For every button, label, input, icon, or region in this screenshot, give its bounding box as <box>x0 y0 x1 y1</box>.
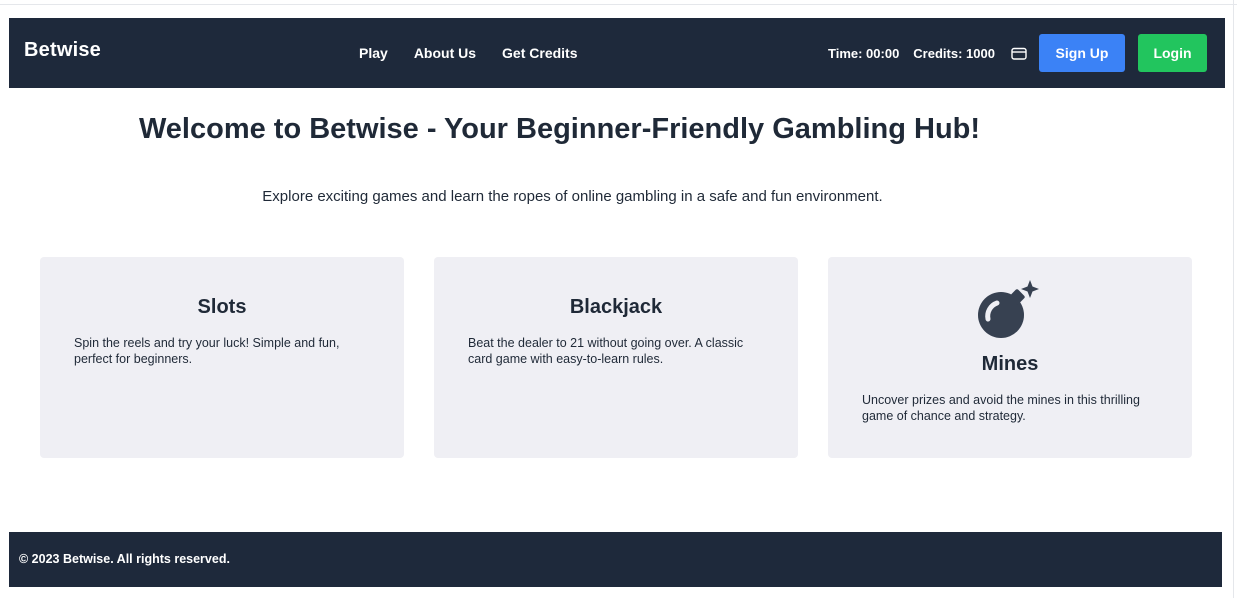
main-nav: Play About Us Get Credits <box>359 18 578 88</box>
login-button[interactable]: Login <box>1138 34 1207 72</box>
game-card-blackjack[interactable]: Blackjack Beat the dealer to 21 without … <box>434 257 798 458</box>
sign-up-button[interactable]: Sign Up <box>1039 34 1125 72</box>
game-card-title: Mines <box>981 353 1039 375</box>
game-card-title: Blackjack <box>569 296 663 318</box>
game-card-description: Beat the dealer to 21 without going over… <box>468 336 744 366</box>
window-top-border <box>0 0 1237 5</box>
nav-play-link[interactable]: Play <box>359 45 388 61</box>
game-card-mines[interactable]: Mines Uncover prizes and avoid the mines… <box>828 257 1192 458</box>
credits-display: Credits: 1000 <box>913 45 995 61</box>
game-card-description: Spin the reels and try your luck! Simple… <box>74 336 340 366</box>
copyright-text: © 2023 Betwise. All rights reserved. <box>19 552 230 566</box>
game-card-slots[interactable]: Slots Spin the reels and try your luck! … <box>40 257 404 458</box>
page-footer: © 2023 Betwise. All rights reserved. <box>9 532 1222 587</box>
nav-about-link[interactable]: About Us <box>414 45 476 61</box>
time-display: Time: 00:00 <box>828 45 900 61</box>
user-status: Time: 00:00 Credits: 1000 <box>828 18 1027 88</box>
top-navbar: Betwise Play About Us Get Credits Time: … <box>9 18 1225 88</box>
bomb-icon <box>975 279 1041 341</box>
brand-logo[interactable]: Betwise <box>24 39 101 62</box>
window-right-border <box>1233 0 1237 598</box>
hero-title: Welcome to Betwise - Your Beginner-Frien… <box>138 113 981 145</box>
wallet-icon[interactable] <box>1011 47 1027 60</box>
hero-subtitle: Explore exciting games and learn the rop… <box>262 188 883 205</box>
nav-get-credits-link[interactable]: Get Credits <box>502 45 577 61</box>
game-card-description: Uncover prizes and avoid the mines in th… <box>862 393 1140 423</box>
game-card-title: Slots <box>197 296 247 318</box>
